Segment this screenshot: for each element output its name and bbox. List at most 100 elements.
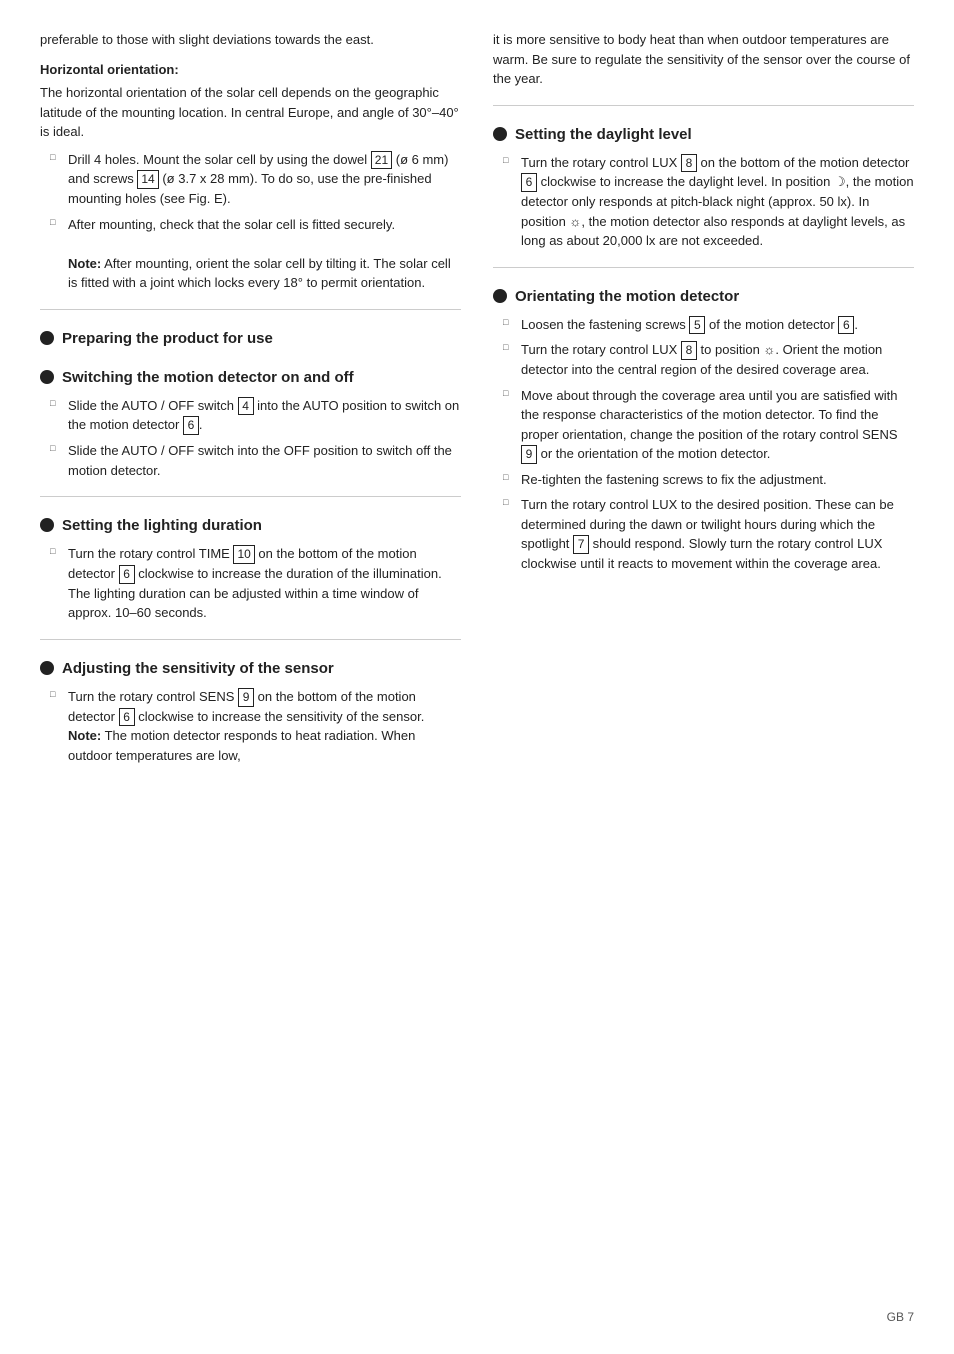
page-footer: GB 7 (40, 1294, 914, 1324)
turn-time-before: Turn the rotary control TIME (68, 546, 233, 561)
orientating-heading-text: Orientating the motion detector (515, 286, 739, 307)
divider-3 (40, 639, 461, 640)
num-14: 14 (137, 170, 158, 189)
move-text: Move about through the coverage area unt… (521, 388, 898, 442)
list-item-drill: □ Drill 4 holes. Mount the solar cell by… (40, 150, 461, 209)
list-text-slide-off: Slide the AUTO / OFF switch into the OFF… (68, 441, 461, 480)
orientating-section-heading: Orientating the motion detector (493, 286, 914, 307)
list-bullet-slide-auto: □ (50, 398, 62, 408)
divider-right-1 (493, 105, 914, 106)
list-bullet-after-mounting: □ (50, 217, 62, 227)
list-text-loosen: Loosen the fastening screws 5 of the mot… (521, 315, 914, 335)
divider-1 (40, 309, 461, 310)
loosen-before: Loosen the fastening screws (521, 317, 689, 332)
num-6e: 6 (838, 316, 854, 335)
lux-before: Turn the rotary control LUX (521, 155, 681, 170)
note-label: Note: (68, 256, 101, 271)
list-text-retighten: Re-tighten the fastening screws to fix t… (521, 470, 914, 490)
moon-symbol: ☽ (834, 174, 846, 189)
num-6c: 6 (119, 708, 135, 727)
lux2-mid: to position (697, 342, 764, 357)
list-text-slide-auto: Slide the AUTO / OFF switch 4 into the A… (68, 396, 461, 436)
list-item-turn-lux3: □ Turn the rotary control LUX to the des… (493, 495, 914, 573)
lighting-heading-text: Setting the lighting duration (62, 515, 262, 536)
list-text-turn-sens: Turn the rotary control SENS 9 on the bo… (68, 687, 461, 766)
left-column: preferable to those with slight deviatio… (40, 30, 461, 1294)
lux-mid2: clockwise to increase the daylight level… (537, 174, 834, 189)
list-text-move: Move about through the coverage area unt… (521, 386, 914, 464)
list-text-turn-lux: Turn the rotary control LUX 8 on the bot… (521, 153, 914, 251)
num-9a: 9 (238, 688, 254, 707)
drill-text-before: Drill 4 holes. Mount the solar cell by u… (68, 152, 371, 167)
move-after: or the orientation of the motion detecto… (537, 446, 770, 461)
list-text-after-mounting: After mounting, check that the solar cel… (68, 215, 461, 293)
note2-label: Note: (68, 728, 101, 743)
right-intro: it is more sensitive to body heat than w… (493, 30, 914, 89)
list-bullet-turn-lux: □ (503, 155, 515, 165)
list-bullet-drill: □ (50, 152, 62, 162)
bullet-dot-lighting (40, 518, 54, 532)
list-item-loosen: □ Loosen the fastening screws 5 of the m… (493, 315, 914, 335)
num-4: 4 (238, 397, 254, 416)
divider-right-2 (493, 267, 914, 268)
list-text-turn-lux2: Turn the rotary control LUX 8 to positio… (521, 340, 914, 379)
preparing-section-heading: Preparing the product for use (40, 328, 461, 349)
loosen-after: . (854, 317, 858, 332)
num-7: 7 (573, 535, 589, 554)
footer-text: GB 7 (887, 1310, 914, 1324)
list-text-turn-lux3: Turn the rotary control LUX to the desir… (521, 495, 914, 573)
note-text: After mounting, orient the solar cell by… (68, 256, 451, 291)
right-column: it is more sensitive to body heat than w… (493, 30, 914, 1294)
switching-heading-text: Switching the motion detector on and off (62, 367, 354, 388)
sensitivity-heading-text: Adjusting the sensitivity of the sensor (62, 658, 334, 679)
list-bullet-slide-off: □ (50, 443, 62, 453)
num-5: 5 (689, 316, 705, 335)
list-bullet-move: □ (503, 388, 515, 398)
num-6d: 6 (521, 173, 537, 192)
bullet-dot-orientating (493, 289, 507, 303)
daylight-heading-text: Setting the daylight level (515, 124, 692, 145)
list-item-turn-lux2: □ Turn the rotary control LUX 8 to posit… (493, 340, 914, 379)
list-item-move: □ Move about through the coverage area u… (493, 386, 914, 464)
list-bullet-turn-lux3: □ (503, 497, 515, 507)
list-item-turn-time: □ Turn the rotary control TIME 10 on the… (40, 544, 461, 623)
slide-auto-text-before: Slide the AUTO / OFF switch (68, 398, 238, 413)
intro-text: preferable to those with slight deviatio… (40, 30, 461, 50)
lux2-before: Turn the rotary control LUX (521, 342, 681, 357)
loosen-mid: of the motion detector (705, 317, 838, 332)
horizontal-heading: Horizontal orientation: (40, 60, 461, 80)
bullet-dot-preparing (40, 331, 54, 345)
list-item-turn-lux: □ Turn the rotary control LUX 8 on the b… (493, 153, 914, 251)
num-8b: 8 (681, 341, 697, 360)
list-item-after-mounting: □ After mounting, check that the solar c… (40, 215, 461, 293)
turn-sens-before: Turn the rotary control SENS (68, 689, 238, 704)
switching-section-heading: Switching the motion detector on and off (40, 367, 461, 388)
horizontal-body: The horizontal orientation of the solar … (40, 83, 461, 142)
list-item-retighten: □ Re-tighten the fastening screws to fix… (493, 470, 914, 490)
after-mounting-text: After mounting, check that the solar cel… (68, 217, 395, 232)
num-6b: 6 (119, 565, 135, 584)
slide-auto-text-after: . (199, 417, 203, 432)
num-10: 10 (233, 545, 254, 564)
num-21: 21 (371, 151, 392, 170)
sun-symbol-1: ☼ (569, 214, 581, 229)
num-9b: 9 (521, 445, 537, 464)
list-bullet-retighten: □ (503, 472, 515, 482)
note2-text: The motion detector responds to heat rad… (68, 728, 415, 763)
divider-2 (40, 496, 461, 497)
list-item-slide-off: □ Slide the AUTO / OFF switch into the O… (40, 441, 461, 480)
turn-sens-after: clockwise to increase the sensitivity of… (135, 709, 425, 724)
list-bullet-turn-lux2: □ (503, 342, 515, 352)
num-8a: 8 (681, 154, 697, 173)
num-6a: 6 (183, 416, 199, 435)
columns: preferable to those with slight deviatio… (40, 30, 914, 1294)
lighting-section-heading: Setting the lighting duration (40, 515, 461, 536)
daylight-section-heading: Setting the daylight level (493, 124, 914, 145)
lux-mid1: on the bottom of the motion detector (697, 155, 909, 170)
bullet-dot-sensitivity (40, 661, 54, 675)
bullet-dot-switching (40, 370, 54, 384)
bullet-dot-daylight (493, 127, 507, 141)
sensitivity-section-heading: Adjusting the sensitivity of the sensor (40, 658, 461, 679)
list-bullet-turn-sens: □ (50, 689, 62, 699)
list-item-turn-sens: □ Turn the rotary control SENS 9 on the … (40, 687, 461, 766)
